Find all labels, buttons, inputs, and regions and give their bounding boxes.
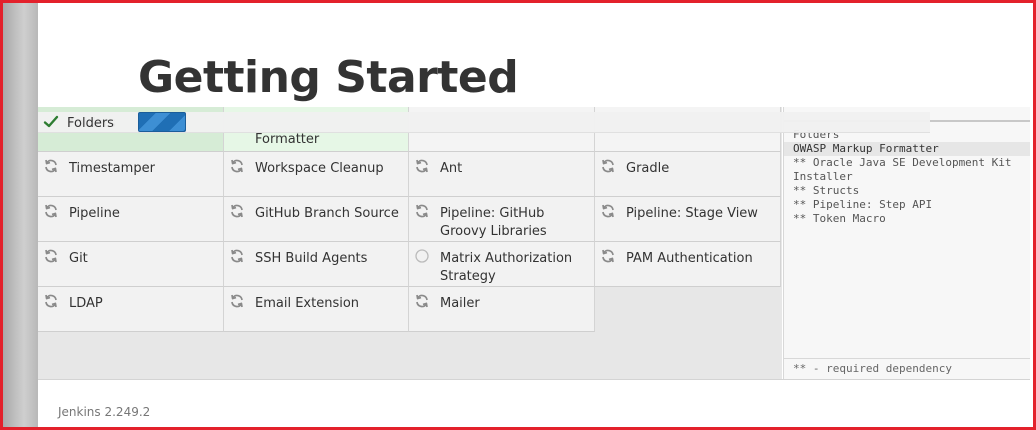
- plugin-tile: Pipeline: GitHub Groovy Libraries: [409, 197, 595, 242]
- refresh-icon: [600, 248, 616, 264]
- plugin-tile: Matrix Authorization Strategy: [409, 242, 595, 287]
- refresh-icon: [229, 248, 245, 264]
- plugin-tile-label: Pipeline: [69, 206, 120, 221]
- plugin-tile-label: Mailer: [440, 296, 480, 311]
- plugin-tile: LDAP: [38, 287, 224, 332]
- refresh-icon: [229, 158, 245, 174]
- check-icon: [43, 114, 59, 130]
- plugin-tile-label: Gradle: [626, 161, 670, 176]
- log-line: OWASP Markup Formatter: [784, 142, 1030, 156]
- refresh-icon: [600, 158, 616, 174]
- circle-icon: [414, 248, 430, 264]
- log-line: ** Structs: [793, 184, 860, 197]
- plugin-tile-label: Matrix Authorization Strategy: [440, 251, 573, 284]
- plugin-tile: PAM Authentication: [595, 242, 781, 287]
- install-progress: Folders: [38, 112, 930, 133]
- plugin-tile-label: Git: [69, 251, 88, 266]
- window-left-edge: [3, 3, 38, 427]
- plugin-tile: Mailer: [409, 287, 595, 332]
- plugin-tile: Workspace Cleanup: [224, 152, 409, 197]
- plugin-tile: Email Extension: [224, 287, 409, 332]
- refresh-icon: [414, 158, 430, 174]
- plugin-install-panel: Folders Formatter Timestamper Workspace Cle…: [38, 107, 782, 379]
- plugin-tile: Ant: [409, 152, 595, 197]
- footer-divider: [38, 379, 1030, 380]
- plugin-tile-label: Pipeline: GitHub Groovy Libraries: [440, 206, 547, 239]
- plugin-tile-label: Workspace Cleanup: [255, 161, 384, 176]
- plugin-tile: Gradle: [595, 152, 781, 197]
- plugin-tile: SSH Build Agents: [224, 242, 409, 287]
- plugin-tile-label: LDAP: [69, 296, 103, 311]
- current-plugin: Folders: [43, 114, 114, 131]
- plugin-tile-label: GitHub Branch Source: [255, 206, 399, 221]
- log-line: ** Token Macro: [793, 212, 886, 225]
- plugin-tile-label: SSH Build Agents: [255, 251, 368, 266]
- refresh-icon: [43, 203, 59, 219]
- log-lines: Folders OWASP Markup Formatter ** Oracle J…: [784, 128, 1030, 226]
- plugin-tile-label: Formatter: [255, 132, 320, 147]
- progress-bar: [138, 112, 186, 132]
- plugin-tile: Timestamper: [38, 152, 224, 197]
- plugin-grid: Folders Formatter Timestamper Workspace Cle…: [38, 107, 781, 332]
- plugin-tile-label: Pipeline: Stage View: [626, 206, 758, 221]
- plugin-tile-label: PAM Authentication: [626, 251, 753, 266]
- plugin-tile: Pipeline: [38, 197, 224, 242]
- jenkins-version: Jenkins 2.249.2: [58, 405, 151, 419]
- log-line: Installer: [793, 170, 853, 183]
- plugin-tile-label: Email Extension: [255, 296, 360, 311]
- log-line: ** Oracle Java SE Development Kit: [793, 156, 1012, 169]
- install-log: Folders OWASP Markup Formatter ** Oracle J…: [783, 107, 1030, 379]
- plugin-tile: Pipeline: Stage View: [595, 197, 781, 242]
- refresh-icon: [43, 158, 59, 174]
- refresh-icon: [600, 203, 616, 219]
- page-title: Getting Started: [138, 52, 519, 103]
- plugin-tile-label: Ant: [440, 161, 463, 176]
- refresh-icon: [43, 293, 59, 309]
- refresh-icon: [414, 203, 430, 219]
- plugin-tile-label: Timestamper: [69, 161, 155, 176]
- current-plugin-label: Folders: [67, 116, 114, 131]
- log-footer: ** - required dependency: [784, 358, 1030, 379]
- plugin-tile: Git: [38, 242, 224, 287]
- refresh-icon: [43, 248, 59, 264]
- refresh-icon: [414, 293, 430, 309]
- log-line: ** Pipeline: Step API: [793, 198, 933, 211]
- refresh-icon: [229, 293, 245, 309]
- plugin-tile: GitHub Branch Source: [224, 197, 409, 242]
- refresh-icon: [229, 203, 245, 219]
